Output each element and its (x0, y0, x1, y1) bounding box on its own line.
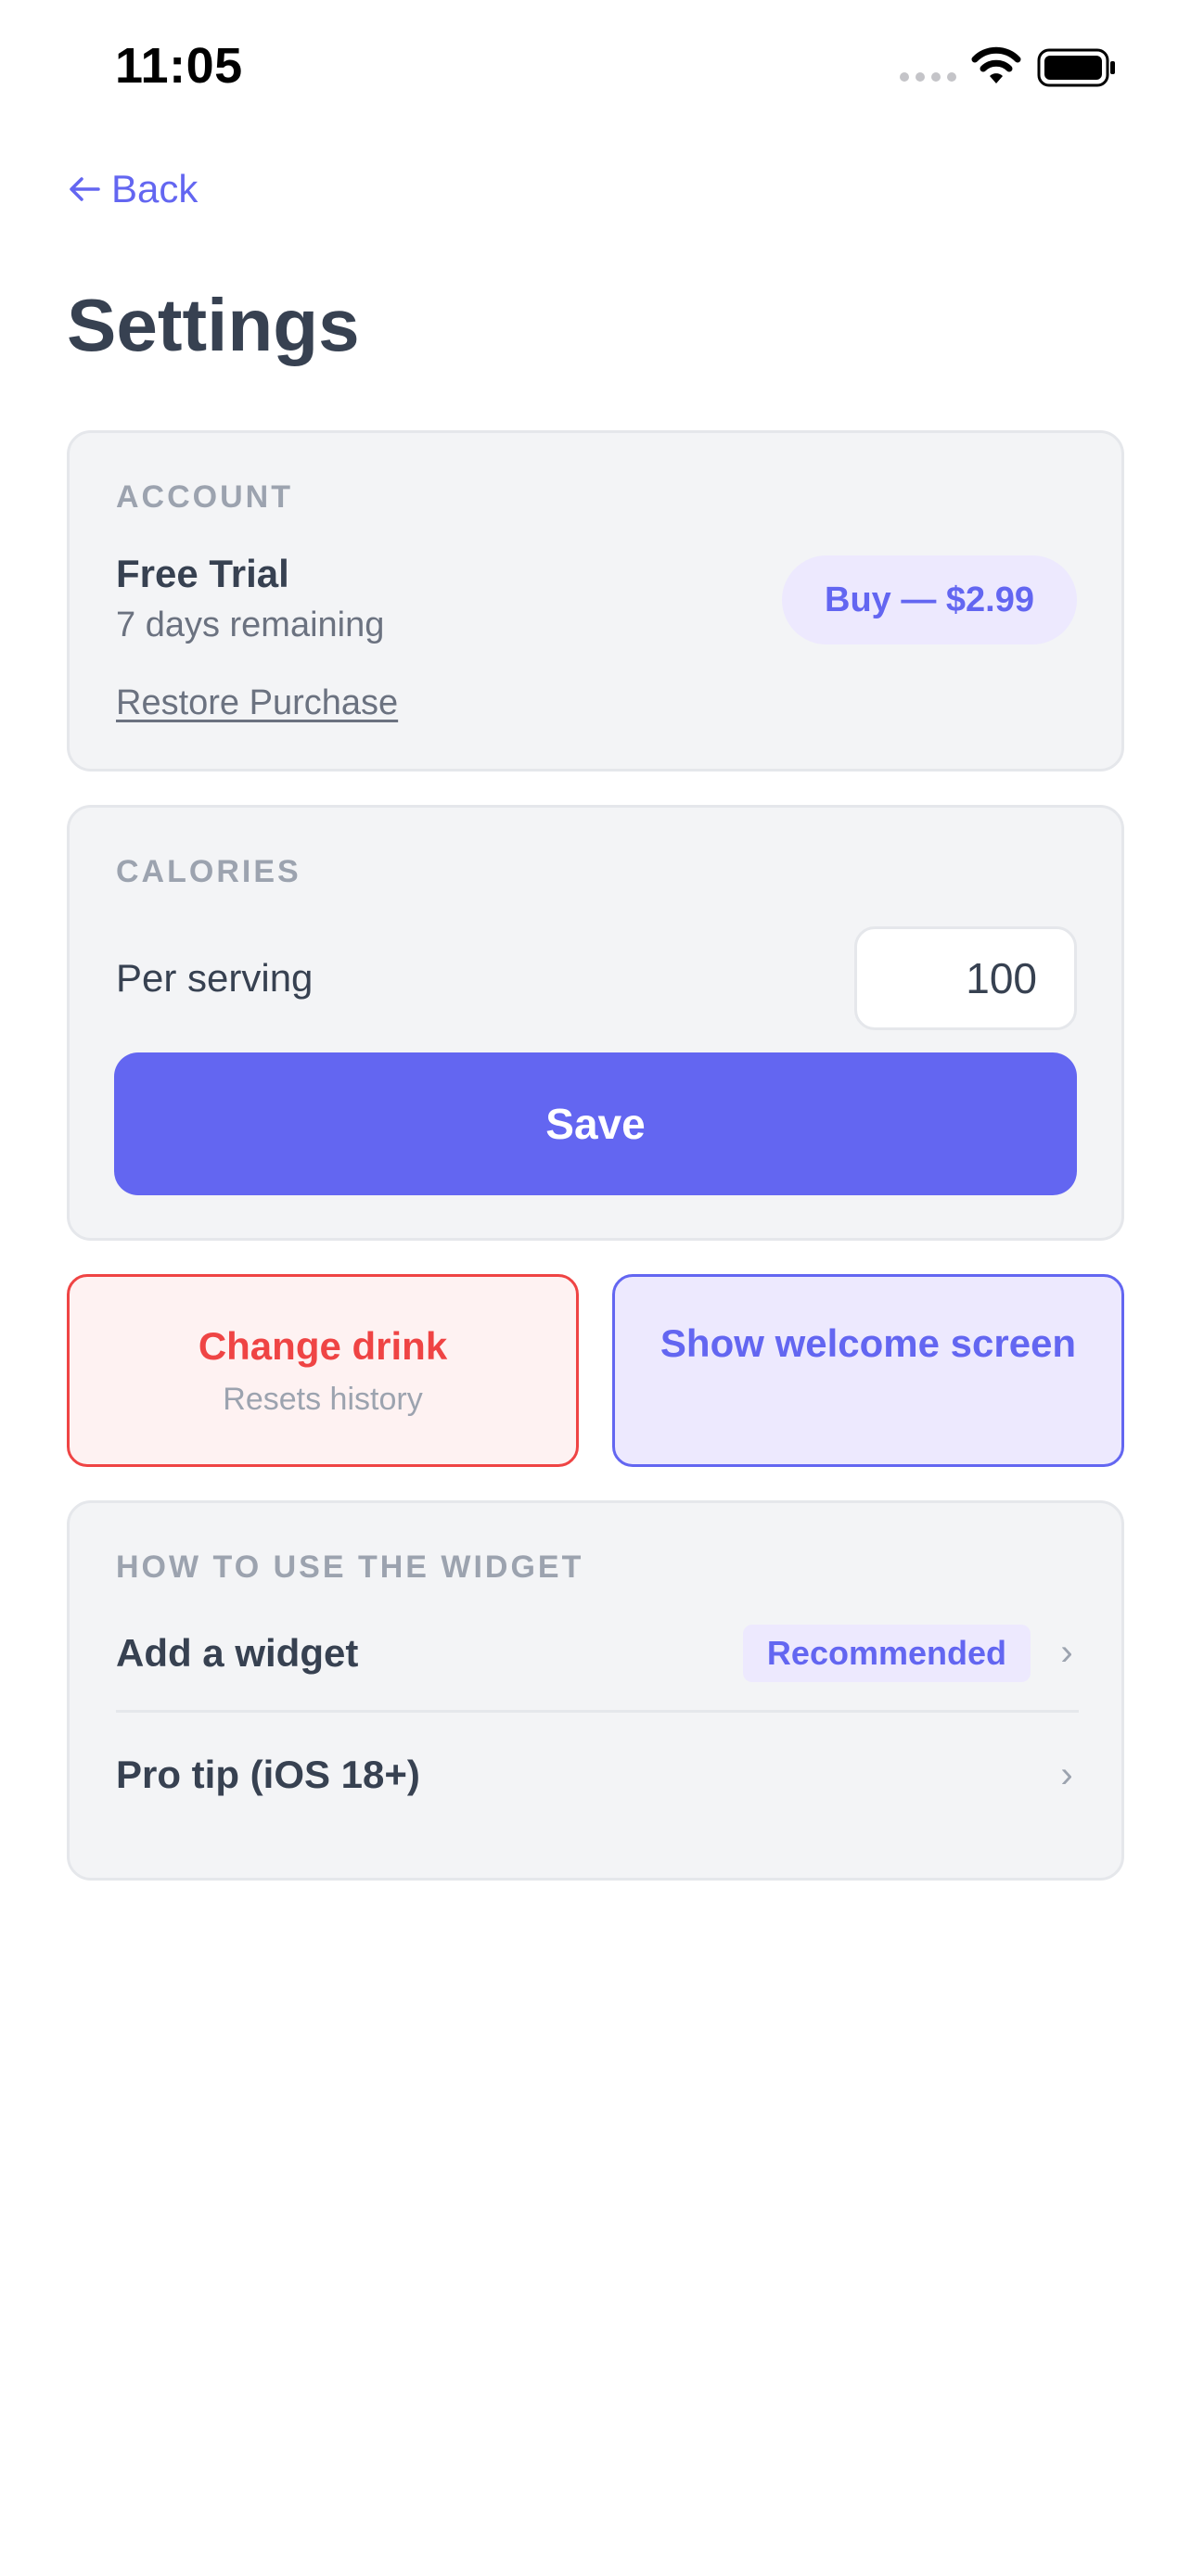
account-card: ACCOUNT Free Trial 7 days remaining Rest… (67, 430, 1124, 772)
page-title: Settings (67, 284, 360, 366)
back-label: Back (111, 167, 198, 210)
change-drink-button[interactable]: Change drink Resets history (67, 1274, 579, 1467)
restore-purchase-link[interactable]: Restore Purchase (116, 683, 398, 723)
status-time: 11:05 (115, 38, 243, 94)
arrow-left-icon (67, 174, 102, 204)
wifi-icon (970, 46, 1022, 92)
plan-remaining: 7 days remaining (116, 606, 385, 644)
change-drink-subtitle: Resets history (223, 1381, 423, 1417)
pro-tip-row[interactable]: Pro tip (iOS 18+) › (116, 1716, 1079, 1833)
calories-card: CALORIES Per serving Save (67, 805, 1124, 1241)
settings-screen: 11:05 Back Settings ACCOUNT Free Trial 7… (0, 0, 1191, 2576)
calories-section-label: CALORIES (116, 854, 301, 889)
show-welcome-screen-button[interactable]: Show welcome screen (612, 1274, 1124, 1467)
widget-help-card: HOW TO USE THE WIDGET Add a widget Recom… (67, 1500, 1124, 1881)
widget-section-label: HOW TO USE THE WIDGET (116, 1549, 584, 1585)
save-button[interactable]: Save (114, 1052, 1077, 1195)
chevron-right-icon: › (1060, 1753, 1073, 1795)
back-button[interactable]: Back (67, 163, 198, 215)
recommended-badge: Recommended (742, 1624, 1031, 1682)
buy-button[interactable]: Buy — $2.99 (782, 555, 1077, 644)
chevron-right-icon: › (1060, 1632, 1073, 1673)
show-welcome-screen-title: Show welcome screen (660, 1321, 1077, 1365)
per-serving-label: Per serving (116, 956, 314, 1000)
add-widget-row[interactable]: Add a widget Recommended › (116, 1596, 1079, 1713)
account-section-label: ACCOUNT (116, 479, 293, 515)
plan-name: Free Trial (116, 552, 289, 595)
signal-icon (900, 72, 956, 82)
calories-per-serving-input[interactable] (854, 926, 1077, 1030)
pro-tip-label: Pro tip (iOS 18+) (116, 1753, 420, 1796)
status-bar: 11:05 (0, 0, 1191, 139)
change-drink-title: Change drink (198, 1323, 448, 1368)
add-widget-label: Add a widget (116, 1630, 359, 1675)
battery-icon (1037, 48, 1117, 92)
